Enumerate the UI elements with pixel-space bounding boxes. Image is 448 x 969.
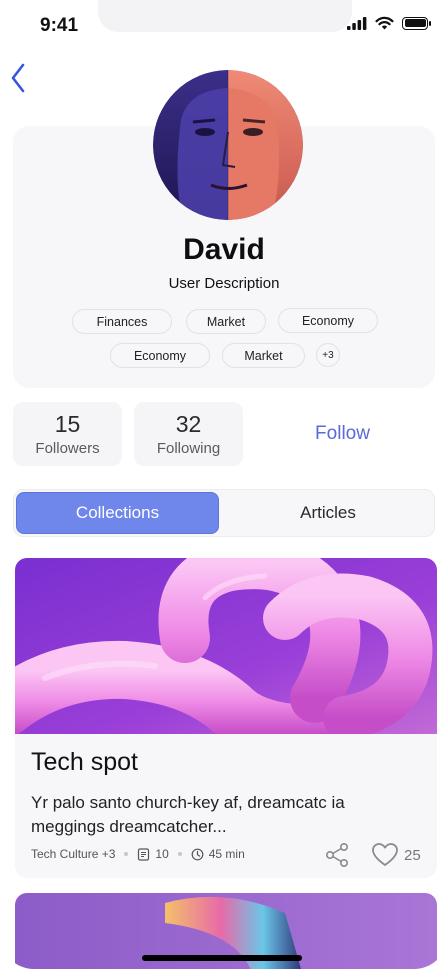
battery-icon (402, 16, 431, 30)
notch (98, 0, 352, 32)
tag-chip[interactable]: Market (222, 343, 305, 368)
category-label: Tech Culture +3 (31, 847, 116, 861)
document-icon (137, 847, 150, 861)
collection-meta: Tech Culture +3 10 45 min (31, 847, 245, 861)
more-tags-chip[interactable]: +3 (316, 343, 340, 367)
tag-chip[interactable]: Economy (278, 308, 378, 333)
profile-description: User Description (168, 275, 280, 292)
following-stat[interactable]: 32 Following (134, 402, 243, 466)
wifi-icon (375, 16, 394, 30)
article-count: 10 (155, 847, 169, 861)
home-indicator (142, 955, 302, 961)
following-count: 32 (175, 411, 202, 437)
tab-collections[interactable]: Collections (16, 492, 219, 534)
status-time: 9:41 (40, 15, 79, 36)
tab-bar: Collections Articles (13, 489, 435, 537)
followers-label: Followers (35, 440, 100, 457)
signal-icon (347, 16, 367, 30)
profile-name: David (183, 233, 265, 266)
followers-stat[interactable]: 15 Followers (13, 402, 122, 466)
collection-cover-image (15, 558, 437, 734)
avatar (153, 70, 303, 220)
read-duration: 45 min (208, 847, 245, 861)
share-icon[interactable] (324, 842, 350, 868)
phone-screen: 9:41 David User Description Finances Mar… (0, 0, 448, 969)
meta-divider (177, 852, 182, 856)
collection-card[interactable]: Tech spot Yr palo santo church-key af, d… (15, 558, 437, 878)
like-count: 25 (404, 847, 421, 864)
followers-count: 15 (54, 411, 81, 437)
clock-icon (191, 848, 204, 861)
tab-articles[interactable]: Articles (224, 492, 432, 534)
tag-chip[interactable]: Finances (72, 309, 172, 334)
meta-divider (124, 852, 129, 856)
follow-button[interactable]: Follow (270, 402, 415, 466)
tag-chip[interactable]: Market (186, 309, 266, 334)
tag-chip[interactable]: Economy (110, 343, 210, 368)
collection-title: Tech spot (31, 748, 139, 776)
following-label: Following (156, 440, 221, 457)
back-chevron-icon[interactable] (6, 60, 34, 96)
heart-icon[interactable] (371, 842, 399, 868)
collection-description: Yr palo santo church-key af, dreamcatc i… (31, 793, 345, 836)
status-icons (347, 16, 431, 30)
